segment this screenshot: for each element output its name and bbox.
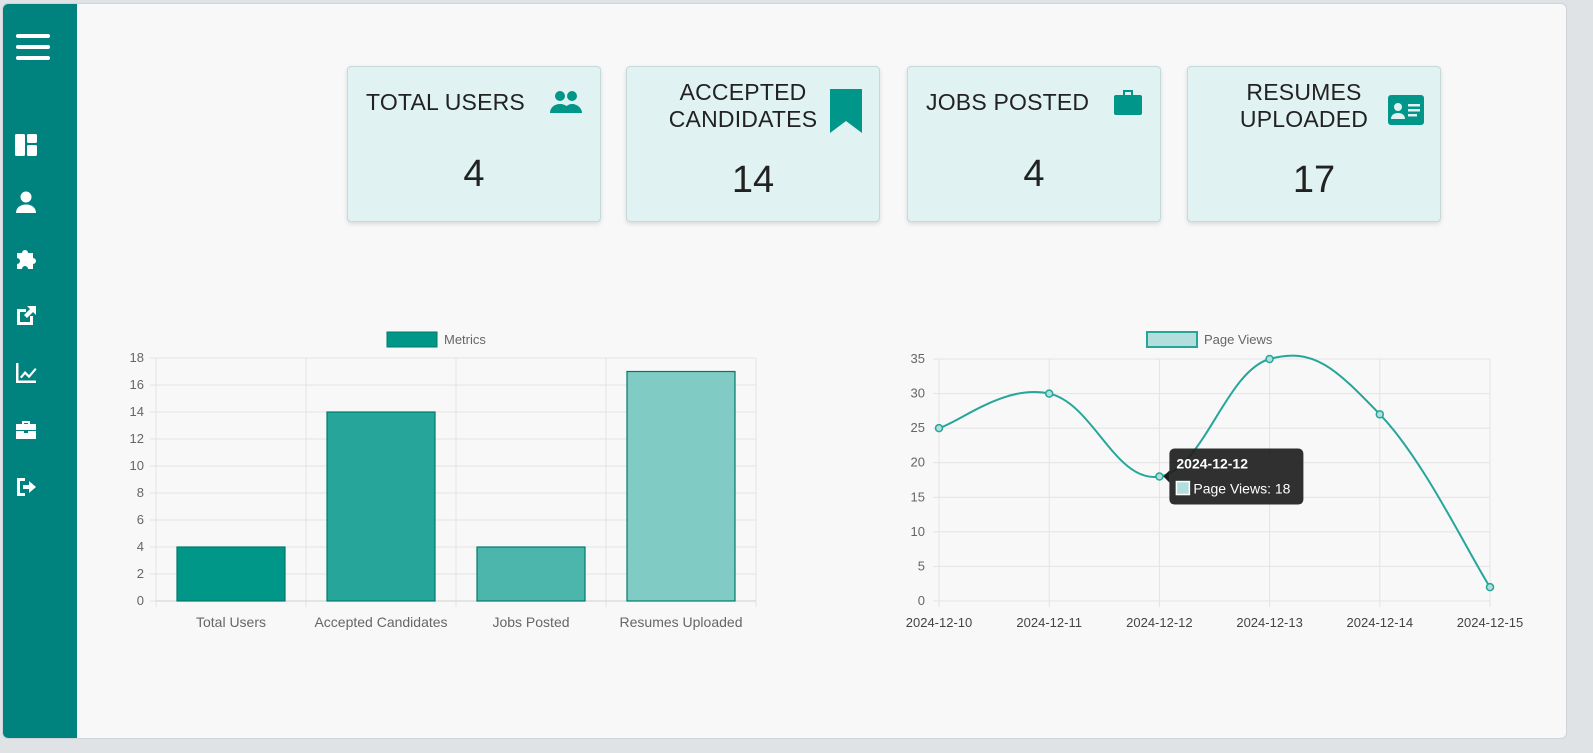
card-value: 4 bbox=[1023, 153, 1045, 195]
legend-swatch-page-views bbox=[1146, 331, 1198, 348]
y-tick-label: 12 bbox=[130, 431, 144, 446]
x-tick-label: 2024-12-13 bbox=[1236, 615, 1303, 630]
external-link-icon[interactable] bbox=[13, 303, 39, 329]
y-tick-label: 0 bbox=[918, 593, 925, 608]
card-title: RESUMES UPLOADED bbox=[1224, 79, 1384, 133]
x-tick-label: Resumes Uploaded bbox=[620, 614, 743, 630]
user-icon[interactable] bbox=[13, 189, 39, 215]
tooltip: 2024-12-12 Page Views: 18 bbox=[1163, 448, 1304, 505]
bar bbox=[626, 370, 736, 602]
page-views-line-chart: Page Views 0 5 10 15 20 25 30 35 2024-12-10 2024-1… bbox=[883, 322, 1543, 642]
y-tick-label: 15 bbox=[911, 489, 925, 504]
logout-icon[interactable] bbox=[13, 474, 39, 500]
y-tick-label: 8 bbox=[137, 485, 144, 500]
y-tick-label: 20 bbox=[911, 455, 925, 470]
briefcase-icon[interactable] bbox=[13, 417, 39, 443]
y-tick-label: 2 bbox=[137, 566, 144, 581]
y-tick-label: 4 bbox=[137, 539, 144, 554]
metrics-bar-chart-svg: Metrics 0 2 4 6 8 10 12 14 16 18 Total Users Accepte… bbox=[130, 331, 757, 630]
stat-card-resumes-uploaded: RESUMES UPLOADED 17 bbox=[1187, 66, 1441, 222]
puzzle-icon[interactable] bbox=[13, 246, 39, 272]
tooltip-title: 2024-12-12 bbox=[1176, 456, 1248, 472]
page-views-line-chart-svg: Page Views 0 5 10 15 20 25 30 35 2024-12-10 2024-1… bbox=[906, 331, 1524, 630]
legend-label-metrics: Metrics bbox=[444, 332, 486, 347]
x-tick-label: 2024-12-14 bbox=[1347, 615, 1414, 630]
y-tick-label: 6 bbox=[137, 512, 144, 527]
tooltip-swatch bbox=[1175, 480, 1191, 496]
card-title-line2: UPLOADED bbox=[1239, 106, 1369, 132]
bar bbox=[326, 411, 436, 602]
x-tick-label: 2024-12-11 bbox=[1016, 615, 1082, 630]
dashboard-icon[interactable] bbox=[13, 132, 39, 158]
card-value: 4 bbox=[463, 153, 485, 195]
y-tick-label: 35 bbox=[911, 351, 925, 366]
x-tick-label: 2024-12-10 bbox=[906, 615, 973, 630]
card-value: 14 bbox=[731, 159, 775, 201]
x-tick-label: 2024-12-12 bbox=[1126, 615, 1193, 630]
x-tick-label: 2024-12-15 bbox=[1457, 615, 1524, 630]
legend-label-page-views: Page Views bbox=[1204, 332, 1273, 347]
data-point bbox=[1265, 354, 1274, 364]
data-point bbox=[1375, 410, 1385, 419]
legend-swatch-metrics bbox=[386, 331, 438, 348]
x-tick-label: Accepted Candidates bbox=[314, 614, 447, 630]
data-point bbox=[934, 423, 944, 433]
y-tick-label: 30 bbox=[911, 386, 925, 401]
bookmark-icon bbox=[830, 89, 862, 138]
stat-card-total-users: TOTAL USERS 4 bbox=[347, 66, 601, 222]
app-frame: TOTAL USERS 4 ACCEPTED CANDIDATES 14 JOB… bbox=[2, 3, 1567, 739]
card-title-line1: ACCEPTED bbox=[679, 79, 807, 105]
card-value: 17 bbox=[1292, 159, 1336, 201]
y-tick-label: 10 bbox=[911, 524, 925, 539]
y-tick-label: 10 bbox=[130, 458, 144, 473]
x-tick-label: Jobs Posted bbox=[492, 614, 569, 630]
bar bbox=[176, 546, 286, 602]
users-icon bbox=[550, 89, 582, 120]
tooltip-caret bbox=[1163, 470, 1170, 483]
y-tick-label: 25 bbox=[911, 420, 925, 435]
hamburger-menu-icon[interactable] bbox=[15, 32, 51, 62]
y-tick-label: 5 bbox=[918, 558, 925, 573]
data-point bbox=[1155, 472, 1164, 481]
data-point bbox=[1485, 582, 1495, 592]
metrics-bar-chart: Metrics 0 2 4 6 8 10 12 14 16 18 Total Users Accepte… bbox=[103, 322, 763, 642]
y-tick-label: 18 bbox=[130, 350, 144, 365]
sidebar bbox=[3, 4, 77, 738]
x-tick-label: Total Users bbox=[196, 614, 266, 630]
y-tick-label: 0 bbox=[137, 593, 144, 608]
chart-line-icon[interactable] bbox=[13, 360, 39, 386]
card-title: TOTAL USERS bbox=[366, 89, 525, 115]
stat-card-jobs-posted: JOBS POSTED 4 bbox=[907, 66, 1161, 222]
card-title-line1: RESUMES bbox=[1246, 79, 1362, 105]
y-tick-label: 14 bbox=[130, 404, 144, 419]
card-title-line2: CANDIDATES bbox=[668, 106, 818, 132]
bar bbox=[476, 546, 586, 602]
data-point bbox=[1044, 389, 1054, 398]
briefcase-icon bbox=[1114, 89, 1142, 120]
tooltip-label: Page Views: 18 bbox=[1193, 481, 1290, 497]
y-tick-label: 16 bbox=[130, 377, 144, 392]
id-card-icon bbox=[1388, 95, 1424, 130]
card-title: JOBS POSTED bbox=[926, 89, 1090, 115]
card-title: ACCEPTED CANDIDATES bbox=[663, 79, 823, 133]
stat-card-accepted-candidates: ACCEPTED CANDIDATES 14 bbox=[626, 66, 880, 222]
